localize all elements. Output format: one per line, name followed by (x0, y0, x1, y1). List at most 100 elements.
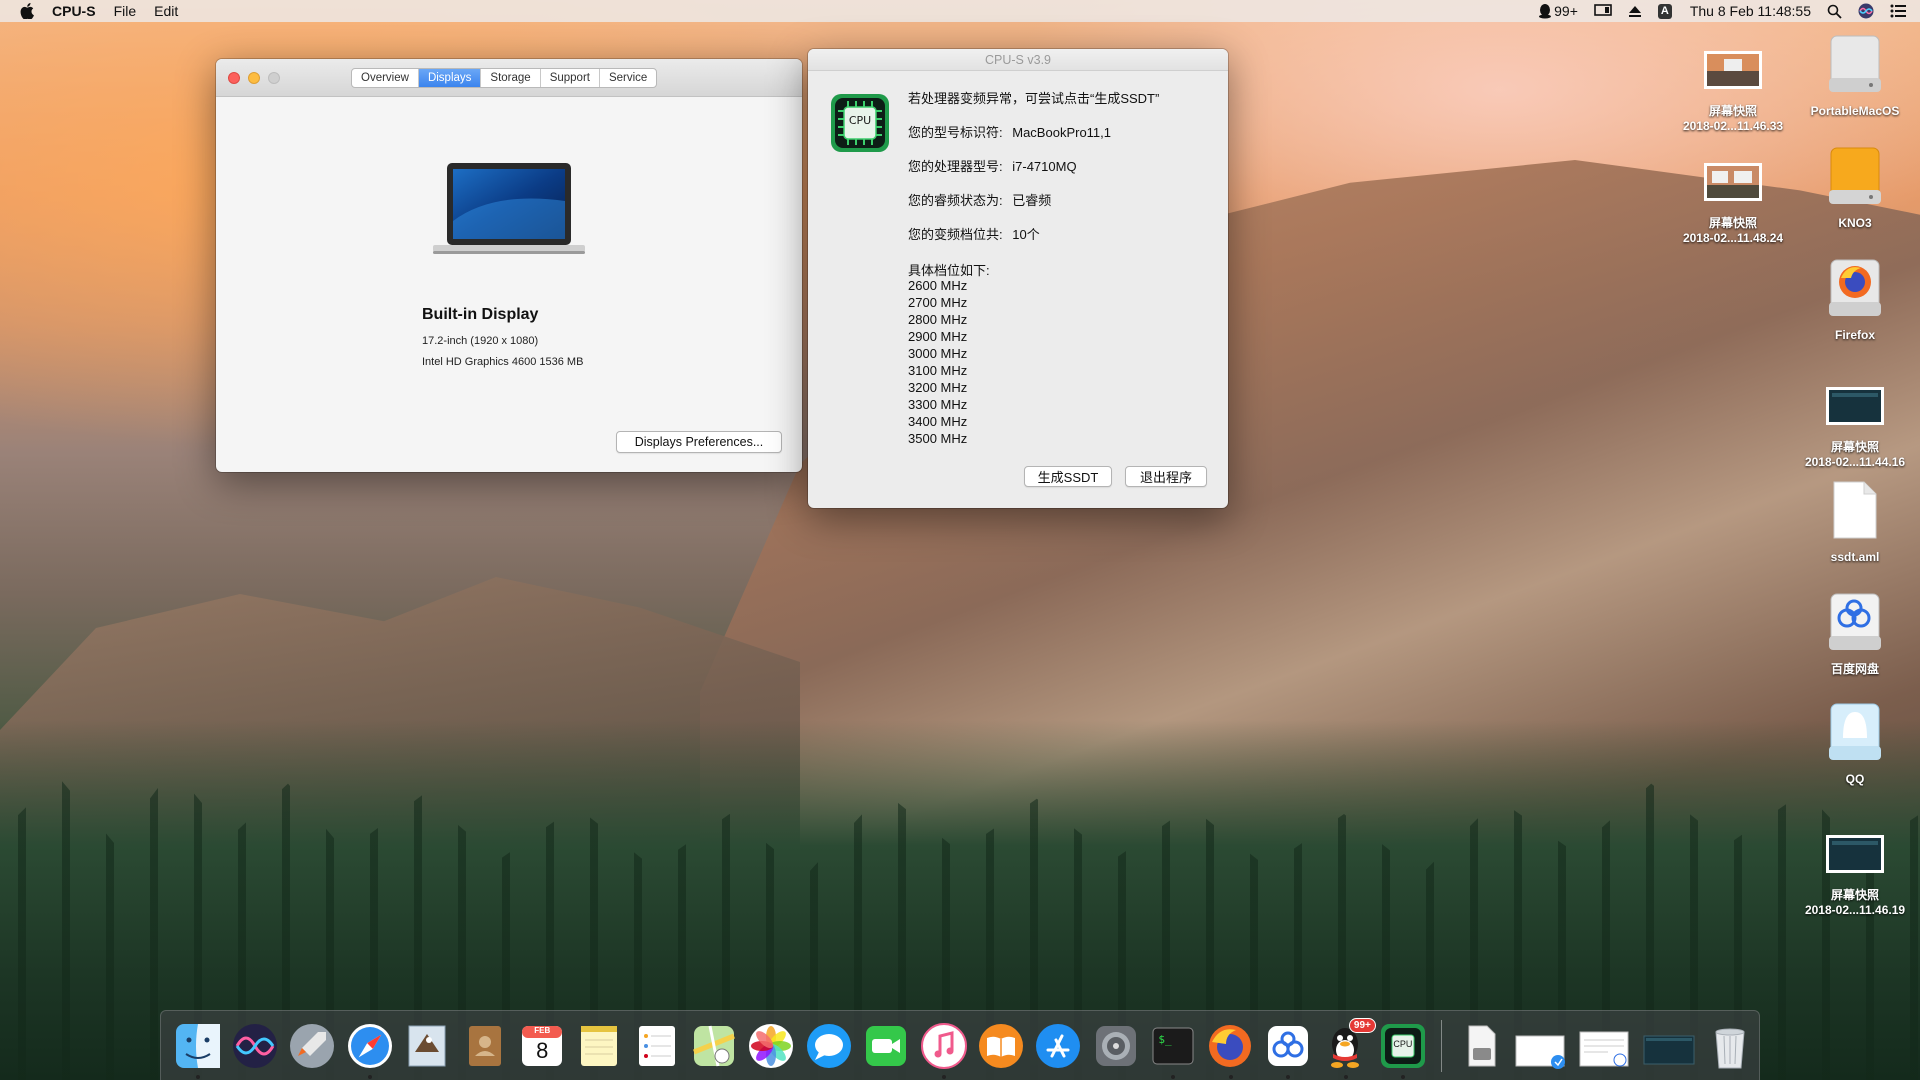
minimize-button[interactable] (248, 72, 260, 84)
desktop-icon-screenshot-2[interactable]: 屏幕快照 2018-02...11.48.24 (1668, 152, 1798, 246)
airplay-display-icon[interactable] (1594, 4, 1612, 18)
orange-drive-icon (1790, 142, 1920, 212)
tab-overview[interactable]: Overview (352, 69, 419, 87)
desktop-icon-screenshot-4[interactable]: 屏幕快照 2018-02...11.46.19 (1790, 824, 1920, 918)
dock-app-store[interactable] (1034, 1021, 1083, 1071)
dock-cpu-s[interactable]: CPU (1378, 1021, 1427, 1079)
dock-recent-stack[interactable] (1578, 1021, 1634, 1071)
menu-edit[interactable]: Edit (154, 3, 178, 19)
screenshot-thumbnail-icon (1790, 376, 1920, 436)
menu-app-name[interactable]: CPU-S (52, 3, 96, 19)
zoom-button[interactable] (268, 72, 280, 84)
rocket-icon (290, 1023, 335, 1068)
messages-bubble-icon (806, 1023, 851, 1068)
dock-facetime[interactable] (862, 1021, 911, 1071)
dock-siri[interactable] (230, 1021, 279, 1071)
qq-status-item[interactable]: 99+ (1538, 3, 1578, 19)
desktop-icon-portablemacos[interactable]: PortableMacOS (1790, 30, 1920, 119)
freq-item: 3500 MHz (908, 431, 968, 446)
dock-launchpad[interactable] (288, 1021, 337, 1071)
tab-support[interactable]: Support (541, 69, 600, 87)
screenshot-thumbnail-icon (1790, 824, 1920, 884)
terminal-window-icon (1643, 1035, 1695, 1064)
printer-document-icon (1468, 1025, 1496, 1066)
dock-itunes[interactable] (919, 1021, 968, 1079)
tab-storage[interactable]: Storage (481, 69, 541, 87)
spotlight-search-icon[interactable] (1827, 4, 1842, 19)
desktop-icon-ssdt[interactable]: ssdt.aml (1790, 474, 1920, 565)
dock-ibooks[interactable] (976, 1021, 1025, 1071)
cpu-s-window: CPU-S v3.9 CPU 若处理器变频异常，可尝试点击“生成SSDT” 您的… (808, 49, 1228, 508)
desktop-icon-screenshot-1[interactable]: 屏幕快照 2018-02...11.46.33 (1668, 40, 1798, 134)
model-id-row: 您的型号标识符: MacBookPro11,1 (908, 125, 1159, 159)
dock: FEB 8 $_ 99+ CPU (160, 1010, 1760, 1080)
desktop-icon-firefox[interactable]: Firefox (1790, 254, 1920, 343)
notification-center-icon[interactable] (1890, 4, 1906, 18)
qq-drive-icon (1790, 698, 1920, 768)
dock-mail-preview[interactable] (403, 1021, 452, 1071)
dock-notes[interactable] (575, 1021, 624, 1071)
dock-calendar[interactable]: FEB 8 (517, 1021, 566, 1071)
dock-screenshot-stack[interactable] (1642, 1021, 1698, 1071)
dock-reminders[interactable] (632, 1021, 681, 1071)
dock-messages[interactable] (804, 1021, 853, 1071)
desktop-icon-qq[interactable]: QQ (1790, 698, 1920, 787)
document-file-icon (1790, 474, 1920, 546)
dock-documents-stack[interactable] (1456, 1021, 1505, 1071)
cpu-info-panel: 若处理器变频异常，可尝试点击“生成SSDT” 您的型号标识符: MacBookP… (908, 91, 1159, 261)
ssdt-hint-row: 若处理器变频异常，可尝试点击“生成SSDT” (908, 91, 1159, 125)
siri-icon[interactable] (1858, 3, 1874, 19)
menu-clock[interactable]: Thu 8 Feb 11:48:55 (1690, 3, 1811, 19)
close-button[interactable] (228, 72, 240, 84)
books-icon (978, 1023, 1023, 1068)
dock-finder[interactable] (173, 1021, 222, 1079)
dock-maps[interactable] (689, 1021, 738, 1071)
desktop-icon-kno3[interactable]: KNO3 (1790, 142, 1920, 231)
running-indicator (1286, 1074, 1291, 1079)
dock-downloads-stack[interactable] (1514, 1021, 1570, 1071)
dock-system-preferences[interactable] (1091, 1021, 1140, 1071)
preview-eagle-icon (408, 1025, 446, 1066)
window-controls (228, 72, 288, 84)
dock-firefox[interactable] (1206, 1021, 1255, 1079)
dock-contacts[interactable] (460, 1021, 509, 1071)
about-titlebar[interactable]: Overview Displays Storage Support Servic… (216, 59, 802, 97)
cpu-model-value: i7-4710MQ (1012, 159, 1077, 174)
music-note-icon (920, 1022, 967, 1069)
display-graphics: Intel HD Graphics 4600 1536 MB (422, 356, 584, 368)
menu-file[interactable]: File (114, 3, 137, 19)
turbo-status-value: 已睿频 (1012, 193, 1052, 208)
dock-terminal[interactable]: $_ (1148, 1021, 1197, 1079)
running-indicator (941, 1074, 946, 1079)
qq-badge: 99+ (1348, 1017, 1376, 1033)
document-stack-icon (1579, 1031, 1629, 1066)
eject-icon[interactable] (1628, 4, 1642, 18)
desktop-icon-screenshot-3[interactable]: 屏幕快照 2018-02...11.44.16 (1790, 376, 1920, 470)
tab-displays[interactable]: Displays (418, 69, 482, 87)
freq-item: 2800 MHz (908, 312, 968, 327)
input-method-icon[interactable]: A (1657, 3, 1672, 19)
photos-flower-icon (749, 1023, 794, 1068)
dock-qq[interactable]: 99+ (1321, 1017, 1376, 1079)
calendar-day: 8 (536, 1037, 549, 1063)
pstate-count-value: 10个 (1012, 227, 1040, 242)
cpu-s-titlebar[interactable]: CPU-S v3.9 (808, 49, 1228, 71)
reminders-icon (638, 1025, 675, 1066)
generate-ssdt-button[interactable]: 生成SSDT (1024, 466, 1112, 487)
input-method-label: A (1657, 3, 1672, 19)
running-indicator (1171, 1074, 1176, 1079)
dock-photos[interactable] (747, 1021, 796, 1071)
desktop-icon-baidu[interactable]: 百度网盘 (1790, 588, 1920, 677)
quit-button[interactable]: 退出程序 (1125, 466, 1207, 487)
dock-trash[interactable] (1706, 1021, 1755, 1071)
apple-menu-icon[interactable] (18, 2, 36, 20)
displays-preferences-button[interactable]: Displays Preferences... (616, 431, 782, 453)
freq-list: 2600 MHz 2700 MHz 2800 MHz 2900 MHz 3000… (908, 277, 967, 447)
running-indicator (368, 1074, 373, 1079)
tab-service[interactable]: Service (600, 69, 656, 87)
ssdt-hint-text: 若处理器变频异常，可尝试点击“生成SSDT” (908, 91, 1160, 106)
dock-safari[interactable] (345, 1021, 394, 1079)
menu-bar: CPU-S File Edit 99+ A Thu 8 Feb 11:48:55 (0, 0, 1920, 22)
running-indicator (1343, 1074, 1348, 1079)
dock-baidu-netdisk[interactable] (1263, 1021, 1312, 1079)
